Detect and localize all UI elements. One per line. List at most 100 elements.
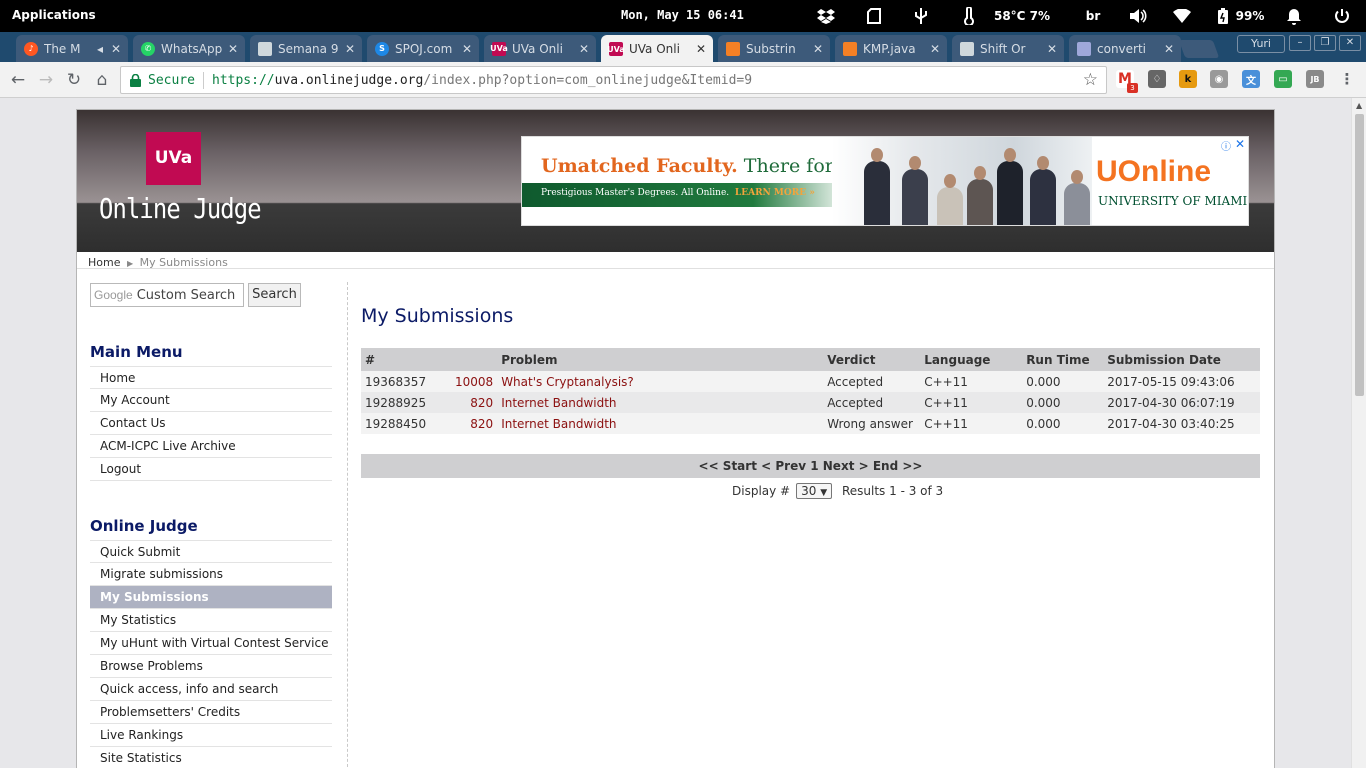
advertisement-banner[interactable]: Umatched Faculty. There for You. Prestig… <box>521 136 1249 226</box>
home-icon[interactable]: ⌂ <box>91 69 113 91</box>
menu-item-quick-access[interactable]: Quick access, info and search <box>90 678 332 701</box>
tv-icon[interactable]: ▭ <box>1274 70 1292 88</box>
problem-name-link[interactable]: Internet Bandwidth <box>497 392 824 413</box>
battery-percent[interactable]: 99% <box>1234 0 1266 32</box>
menu-item-logout[interactable]: Logout <box>90 458 332 481</box>
tab-close-icon[interactable]: ✕ <box>812 42 824 56</box>
menu-item-my-submissions[interactable]: My Submissions <box>90 586 332 609</box>
problem-id-link[interactable]: 820 <box>451 413 498 434</box>
tab-close-icon[interactable]: ✕ <box>461 42 473 56</box>
search-input[interactable]: Google Custom Search <box>90 283 244 307</box>
page-scrollbar[interactable]: ▲ <box>1351 98 1366 768</box>
problem-name-link[interactable]: Internet Bandwidth <box>497 413 824 434</box>
temperature-readout[interactable]: 58°C 7% <box>992 0 1052 32</box>
language: C++11 <box>920 392 1023 413</box>
tab-spoj[interactable]: S SPOJ.com ✕ <box>367 35 479 62</box>
back-icon[interactable]: ← <box>7 69 29 91</box>
scroll-up-icon[interactable]: ▲ <box>1356 101 1362 110</box>
lock-icon[interactable] <box>130 73 141 90</box>
tab-music[interactable]: ♪ The M ◂ ✕ <box>16 35 128 62</box>
battery-icon[interactable] <box>1214 0 1232 32</box>
display-count-select[interactable]: 30 ▼ <box>796 483 833 499</box>
menu-item-my-statistics[interactable]: My Statistics <box>90 609 332 632</box>
tab-uva-active[interactable]: UVa UVa Onli ✕ <box>601 35 713 63</box>
menu-item-live-archive[interactable]: ACM-ICPC Live Archive <box>90 435 332 458</box>
pager-prev[interactable]: < Prev <box>761 459 806 473</box>
tab-whatsapp[interactable]: ✆ WhatsApp ✕ <box>133 35 245 62</box>
ad-info-icon[interactable]: ⓘ <box>1221 138 1231 153</box>
tab-trello[interactable]: Semana 9 ✕ <box>250 35 362 62</box>
address-bar[interactable]: Secure https://uva.onlinejudge.org/index… <box>120 66 1107 94</box>
ad-learn-more[interactable]: LEARN MORE » <box>735 188 815 198</box>
minimize-icon[interactable]: – <box>1289 35 1311 51</box>
problem-id-link[interactable]: 820 <box>451 392 498 413</box>
ad-brand-logo: UOnline <box>1096 155 1211 189</box>
scrollbar-thumb[interactable] <box>1355 114 1364 396</box>
clock[interactable]: Mon, May 15 06:41 <box>621 8 744 22</box>
notification-bell-icon[interactable] <box>1284 0 1304 32</box>
submission-date: 2017-04-30 03:40:25 <box>1103 413 1260 434</box>
menu-item-migrate-submissions[interactable]: Migrate submissions <box>90 563 332 586</box>
tab-converti[interactable]: converti ✕ <box>1069 35 1181 62</box>
tab-close-icon[interactable]: ✕ <box>227 42 239 56</box>
menu-item-my-account[interactable]: My Account <box>90 389 332 412</box>
wifi-icon[interactable] <box>1172 0 1192 32</box>
restore-icon[interactable]: ❐ <box>1314 35 1336 51</box>
profile-button[interactable]: Yuri <box>1237 35 1285 53</box>
menu-item-uhunt[interactable]: My uHunt with Virtual Contest Service <box>90 632 332 655</box>
ad-close-icon[interactable]: ✕ <box>1235 137 1245 151</box>
sd-card-icon[interactable] <box>864 0 884 32</box>
main-menu: Home My Account Contact Us ACM-ICPC Live… <box>90 366 332 481</box>
table-row: 19288450 820 Internet Bandwidth Wrong an… <box>361 413 1260 434</box>
dropbox-icon[interactable] <box>816 0 836 32</box>
pager-end[interactable]: End >> <box>873 459 923 473</box>
tab-uva-1[interactable]: UVa UVa Onli ✕ <box>484 35 596 62</box>
bookmark-star-icon[interactable]: ☆ <box>1083 70 1098 90</box>
usb-icon[interactable] <box>911 0 931 32</box>
tab-close-icon[interactable]: ✕ <box>929 42 941 56</box>
power-icon[interactable] <box>1332 0 1352 32</box>
menu-kebab-icon[interactable]: ⋮ <box>1338 70 1356 88</box>
thermometer-icon[interactable] <box>959 0 979 32</box>
new-tab-button[interactable] <box>1178 40 1220 58</box>
tab-close-icon[interactable]: ✕ <box>1046 42 1058 56</box>
keep-icon[interactable]: ♢ <box>1148 70 1166 88</box>
close-window-icon[interactable]: ✕ <box>1339 35 1361 51</box>
applications-menu[interactable]: Applications <box>12 8 96 22</box>
menu-item-site-statistics[interactable]: Site Statistics <box>90 747 332 768</box>
forward-icon[interactable]: → <box>35 69 57 91</box>
tab-close-icon[interactable]: ✕ <box>578 42 590 56</box>
tab-close-icon[interactable]: ✕ <box>1163 42 1175 56</box>
search-button[interactable]: Search <box>248 283 301 307</box>
tab-title: Shift Or <box>980 41 1026 56</box>
keyboard-layout[interactable]: br <box>1082 0 1104 32</box>
tab-kmp[interactable]: KMP.java ✕ <box>835 35 947 62</box>
menu-item-quick-submit[interactable]: Quick Submit <box>90 540 332 563</box>
pager-start[interactable]: << Start <box>699 459 757 473</box>
pager-next[interactable]: Next > <box>823 459 869 473</box>
secure-label[interactable]: Secure <box>148 73 195 88</box>
menu-item-home[interactable]: Home <box>90 366 332 389</box>
reload-icon[interactable]: ↻ <box>63 69 85 91</box>
menu-item-contact-us[interactable]: Contact Us <box>90 412 332 435</box>
problem-id-link[interactable]: 10008 <box>451 371 498 392</box>
tab-substring[interactable]: Substrin ✕ <box>718 35 830 62</box>
tab-mute-icon[interactable]: ◂ <box>94 42 106 56</box>
tab-shift-or[interactable]: Shift Or ✕ <box>952 35 1064 62</box>
uva-logo[interactable]: UVa <box>146 132 201 185</box>
translate-icon[interactable]: 文 <box>1242 70 1260 88</box>
volume-icon[interactable] <box>1128 0 1148 32</box>
pager-page[interactable]: 1 <box>810 459 818 473</box>
camera-icon[interactable]: ◉ <box>1210 70 1228 88</box>
menu-item-browse-problems[interactable]: Browse Problems <box>90 655 332 678</box>
tab-close-icon[interactable]: ✕ <box>110 42 122 56</box>
k-extension-icon[interactable]: k <box>1179 70 1197 88</box>
tab-close-icon[interactable]: ✕ <box>695 42 707 56</box>
problem-name-link[interactable]: What's Cryptanalysis? <box>497 371 824 392</box>
tab-close-icon[interactable]: ✕ <box>344 42 356 56</box>
menu-item-live-rankings[interactable]: Live Rankings <box>90 724 332 747</box>
menu-item-problemsetters-credits[interactable]: Problemsetters' Credits <box>90 701 332 724</box>
jb-extension-icon[interactable]: JB <box>1306 70 1324 88</box>
verdict: Accepted <box>823 371 921 392</box>
url-text[interactable]: https://uva.onlinejudge.org/index.php?op… <box>212 73 752 88</box>
